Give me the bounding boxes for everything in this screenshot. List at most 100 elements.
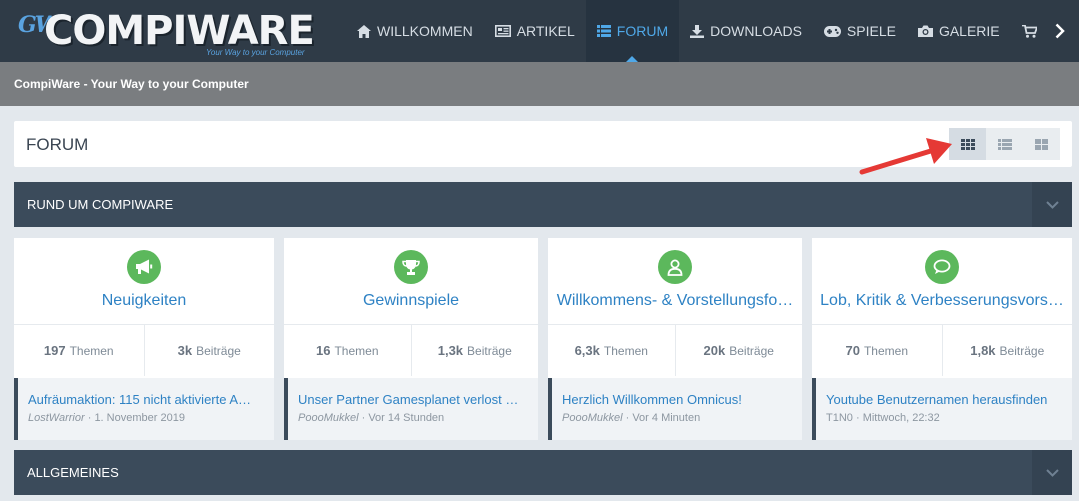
board-icon bbox=[658, 250, 692, 284]
trophy-icon bbox=[402, 259, 420, 275]
chevron-down-icon bbox=[1045, 468, 1059, 477]
user-icon bbox=[667, 259, 683, 276]
last-post-user[interactable]: T1N0 bbox=[826, 412, 853, 424]
board-title[interactable]: Lob, Kritik & Verbesserungsvors… bbox=[820, 292, 1064, 310]
last-post-user[interactable]: PoooMukkel bbox=[298, 412, 359, 424]
board-card: Lob, Kritik & Verbesserungsvors… 70 Theme… bbox=[812, 238, 1072, 440]
last-post-user[interactable]: PoooMukkel bbox=[562, 412, 623, 424]
board-title[interactable]: Neuigkeiten bbox=[22, 292, 266, 310]
nav-item-label: Artikel bbox=[516, 23, 575, 39]
posts-label: Beiträge bbox=[999, 343, 1045, 358]
nav-item-label: Willkommen bbox=[377, 23, 473, 39]
themes-value: 197 bbox=[43, 343, 66, 358]
board-posts-count: 20k Beiträge bbox=[674, 325, 803, 376]
last-post-time: Mittwoch, 22:32 bbox=[862, 412, 940, 424]
tile-view-icon bbox=[1035, 138, 1048, 150]
home-icon bbox=[357, 24, 371, 38]
board-last-post: Unser Partner Gamesplanet verlost … Pooo… bbox=[284, 378, 538, 440]
last-post-title[interactable]: Youtube Benutzernamen herausfinden bbox=[826, 392, 1064, 407]
annotation-arrow-icon bbox=[859, 138, 952, 175]
board-themes-count: 70 Themen bbox=[812, 325, 942, 376]
last-post-time: Vor 4 Minuten bbox=[632, 412, 701, 424]
nav-item-downloads[interactable]: Downloads bbox=[679, 0, 813, 62]
board-stats: 6,3k Themen 20k Beiträge bbox=[548, 324, 802, 376]
board-themes-count: 197 Themen bbox=[14, 325, 144, 376]
board-posts-count: 1,3k Beiträge bbox=[410, 325, 539, 376]
posts-value: 1,3k bbox=[437, 343, 464, 358]
category-title[interactable]: Allgemeines bbox=[27, 465, 119, 480]
nav-item-label: Spiele bbox=[846, 23, 896, 39]
nav-item-label: Galerie bbox=[938, 23, 1000, 39]
list-view-icon bbox=[997, 138, 1012, 150]
category-header: Allgemeines bbox=[14, 450, 1072, 495]
board-posts-count: 1,8k Beiträge bbox=[941, 325, 1073, 376]
board-card: Willkommens- & Vorstellungsfo… 6,3k Theme… bbox=[548, 238, 802, 440]
nav-item-galerie[interactable]: Galerie bbox=[907, 0, 1011, 62]
board-last-post: Youtube Benutzernamen herausfinden T1N0 … bbox=[812, 378, 1072, 440]
themes-value: 6,3k bbox=[574, 343, 600, 358]
newspaper-icon bbox=[494, 25, 511, 37]
board-themes-count: 6,3k Themen bbox=[548, 325, 675, 376]
logo-slogan: Your Way to your Computer bbox=[206, 48, 305, 57]
breadcrumb: CompiWare - Your Way to your Computer bbox=[0, 62, 1079, 106]
board-themes-count: 16 Themen bbox=[284, 325, 411, 376]
board-icon bbox=[127, 250, 161, 284]
site-logo[interactable]: GW COMPIWARE Your Way to your Computer bbox=[10, 6, 330, 58]
themes-label: Themen bbox=[334, 343, 379, 358]
tile-view-button[interactable] bbox=[1023, 128, 1060, 160]
nav-item-forum[interactable]: Forum bbox=[585, 0, 680, 62]
board-card: Gewinnspiele 16 Themen 1,3k Beiträge Unser… bbox=[284, 238, 538, 440]
themes-value: 70 bbox=[845, 343, 860, 358]
camera-icon bbox=[917, 25, 933, 37]
board-posts-count: 3k Beiträge bbox=[143, 325, 275, 376]
breadcrumb-text[interactable]: CompiWare - Your Way to your Computer bbox=[14, 77, 249, 91]
gamepad-icon bbox=[823, 25, 841, 37]
posts-value: 1,8k bbox=[970, 343, 996, 358]
board-title[interactable]: Gewinnspiele bbox=[292, 292, 530, 310]
board-icon bbox=[925, 250, 959, 284]
posts-label: Beiträge bbox=[729, 343, 774, 358]
last-post-meta: LostWarrior · 1. November 2019 bbox=[28, 412, 185, 424]
category-title[interactable]: Rund um CompiWare bbox=[27, 197, 173, 212]
list-view-button[interactable] bbox=[986, 128, 1023, 160]
nav-item-artikel[interactable]: Artikel bbox=[484, 0, 586, 62]
board-stats: 16 Themen 1,3k Beiträge bbox=[284, 324, 538, 376]
last-post-title[interactable]: Herzlich Willkommen Omnicus! bbox=[562, 392, 794, 407]
board-stats: 197 Themen 3k Beiträge bbox=[14, 324, 274, 376]
chevron-right-icon bbox=[1055, 23, 1065, 39]
last-post-meta: T1N0 · Mittwoch, 22:32 bbox=[826, 412, 940, 424]
category-header: Rund um CompiWare bbox=[14, 182, 1072, 227]
board-icon bbox=[394, 250, 428, 284]
collapse-category-button[interactable] bbox=[1032, 182, 1072, 227]
board-title[interactable]: Willkommens- & Vorstellungsfo… bbox=[556, 292, 794, 310]
last-post-user[interactable]: LostWarrior bbox=[28, 412, 85, 424]
chevron-down-icon bbox=[1045, 200, 1059, 209]
page-title: Forum bbox=[26, 135, 89, 154]
main-nav: Willkommen Artikel Forum Downloads Spiel… bbox=[346, 0, 1073, 62]
last-post-time: Vor 14 Stunden bbox=[368, 412, 445, 424]
board-last-post: Aufräumaktion: 115 nicht aktivierte A… L… bbox=[14, 378, 274, 440]
last-post-title[interactable]: Unser Partner Gamesplanet verlost … bbox=[298, 392, 530, 407]
download-icon bbox=[690, 24, 705, 38]
megaphone-icon bbox=[136, 259, 153, 274]
comment-icon bbox=[933, 259, 951, 274]
board-stats: 70 Themen 1,8k Beiträge bbox=[812, 324, 1072, 376]
themes-label: Themen bbox=[603, 343, 648, 358]
posts-label: Beiträge bbox=[467, 343, 512, 358]
board-card: Neuigkeiten 197 Themen 3k Beiträge Aufräum… bbox=[14, 238, 274, 440]
nav-scroll-right-button[interactable] bbox=[1040, 0, 1079, 62]
nav-item-willkommen[interactable]: Willkommen bbox=[346, 0, 484, 62]
cart-icon bbox=[1021, 24, 1037, 38]
list-icon bbox=[596, 25, 611, 37]
grid-view-icon bbox=[960, 138, 975, 150]
collapse-category-button[interactable] bbox=[1032, 450, 1072, 495]
last-post-title[interactable]: Aufräumaktion: 115 nicht aktivierte A… bbox=[28, 392, 266, 407]
last-post-meta: PoooMukkel · Vor 14 Stunden bbox=[298, 412, 445, 424]
posts-value: 3k bbox=[177, 343, 193, 358]
nav-item-spiele[interactable]: Spiele bbox=[813, 0, 907, 62]
top-navigation-bar: GW COMPIWARE Your Way to your Computer W… bbox=[0, 0, 1079, 62]
nav-item-label: Downloads bbox=[710, 23, 802, 39]
themes-value: 16 bbox=[316, 343, 331, 358]
nav-item-label: Forum bbox=[616, 23, 669, 39]
last-post-meta: PoooMukkel · Vor 4 Minuten bbox=[562, 412, 701, 424]
